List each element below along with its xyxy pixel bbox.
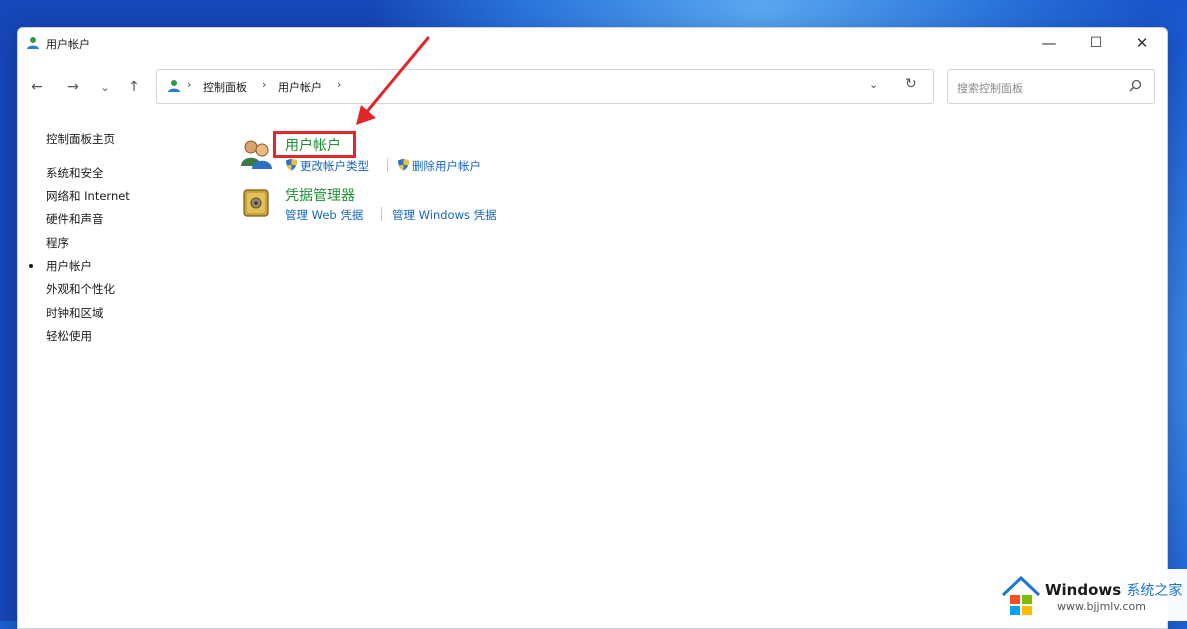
watermark-brand: Windows 系统之家 [1045, 581, 1183, 599]
watermark: Windows 系统之家 www.bjjmlv.com [995, 569, 1187, 621]
watermark-url: www.bjjmlv.com [1057, 600, 1146, 613]
sidebar-item-appearance[interactable]: 外观和个性化 [46, 281, 115, 297]
windows-logo-icon [1001, 575, 1041, 615]
sidebar-item-user-accounts[interactable]: 用户帐户 [29, 258, 92, 274]
sidebar-item-programs[interactable]: 程序 [46, 235, 69, 251]
sidebar-item-clock-region[interactable]: 时钟和区域 [46, 305, 104, 321]
current-page-bullet [29, 264, 33, 268]
sidebar-item-label: 用户帐户 [46, 259, 92, 273]
control-panel-window: 用户帐户 — ☐ ✕ ← → ⌄ ↑ › 控制面板 › 用户帐户 › ⌄ ↻ 搜… [17, 27, 1168, 629]
sidebar-item-ease-of-access[interactable]: 轻松使用 [46, 328, 92, 344]
annotation-arrow [356, 36, 430, 125]
